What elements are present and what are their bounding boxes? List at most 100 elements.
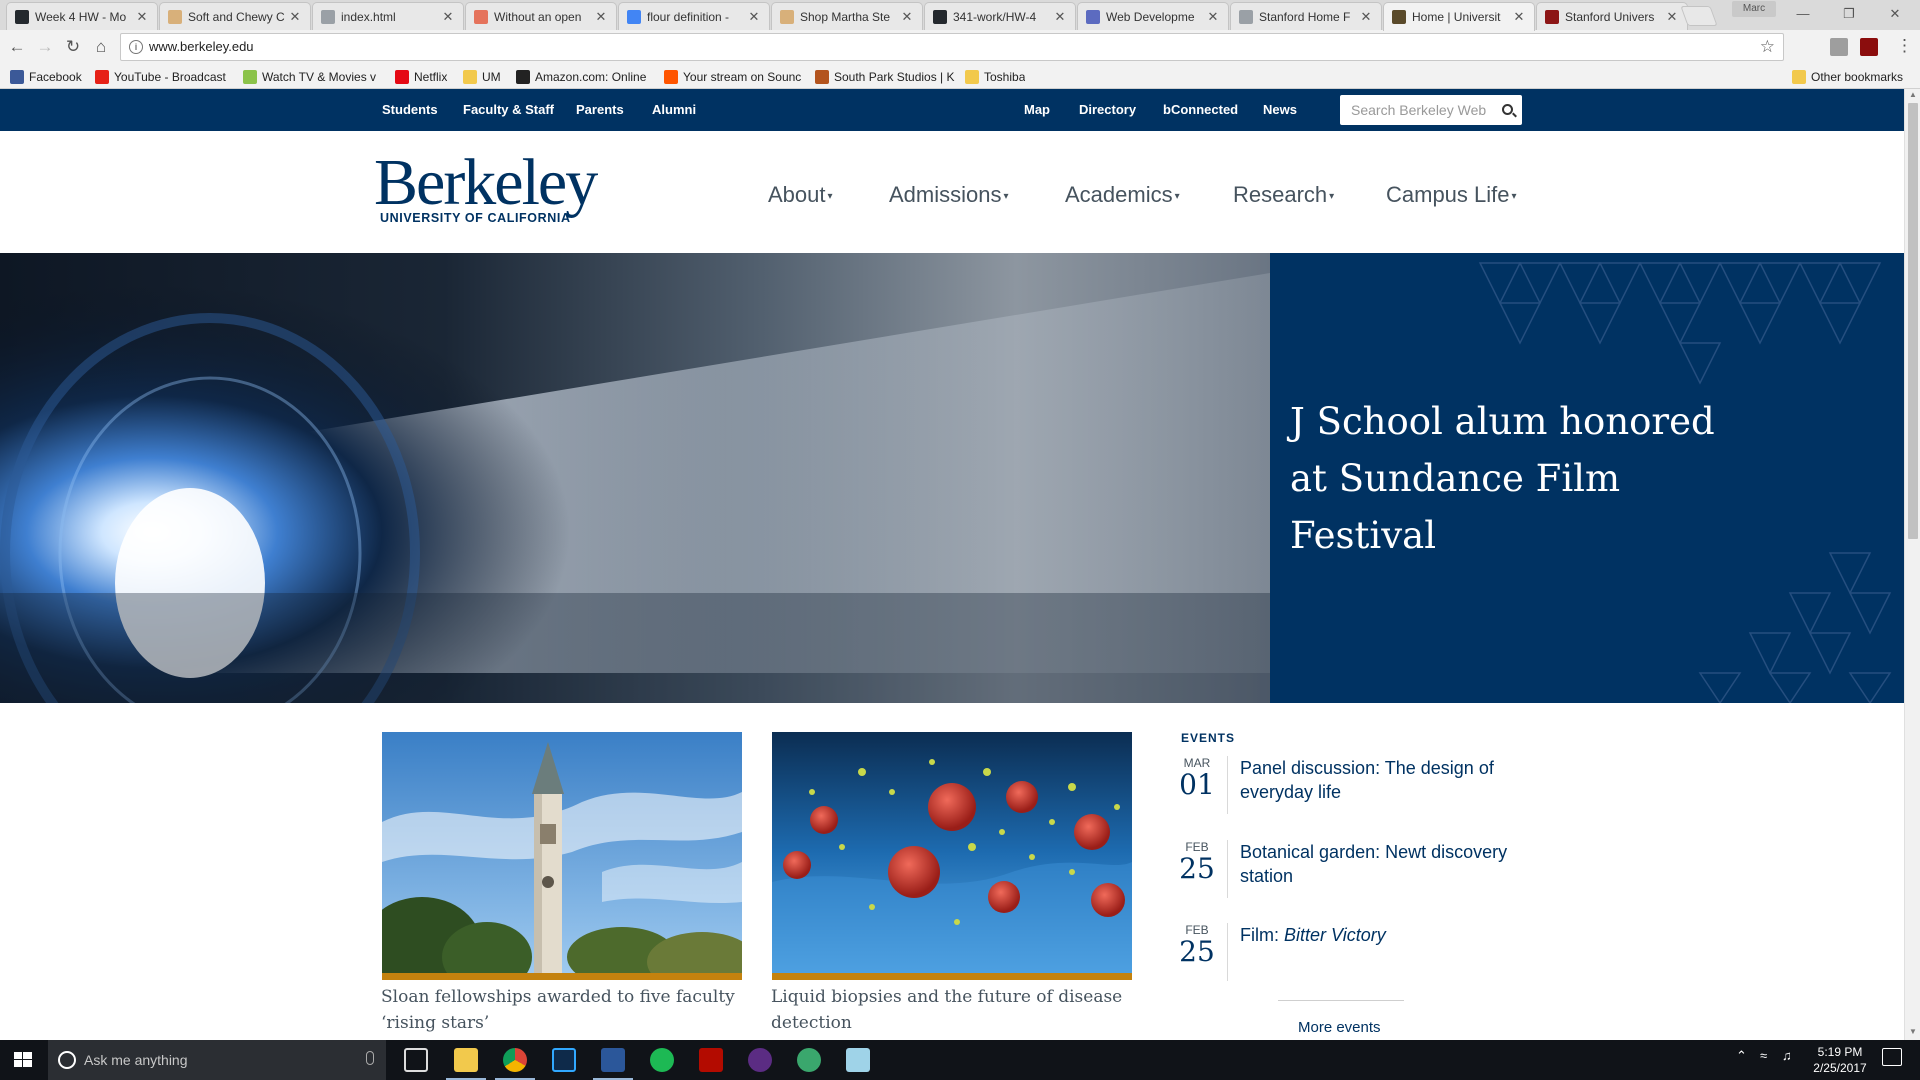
story-biopsy-image[interactable] bbox=[772, 732, 1132, 973]
utility-link-students[interactable]: Students bbox=[382, 102, 438, 117]
show-hidden-icons[interactable]: ⌃ bbox=[1736, 1048, 1747, 1064]
event-title[interactable]: Panel discussion: The design of everyday… bbox=[1240, 756, 1530, 804]
bookmark-item[interactable]: Watch TV & Movies v bbox=[243, 68, 376, 85]
tab-close-icon[interactable]: ✕ bbox=[288, 9, 302, 25]
browser-tab[interactable]: Stanford Home F ✕ bbox=[1230, 2, 1382, 30]
browser-tab[interactable]: Shop Martha Ste ✕ bbox=[771, 2, 923, 30]
forward-icon[interactable]: → bbox=[34, 36, 56, 58]
story-title-sloan[interactable]: Sloan fellowships awarded to five facult… bbox=[381, 984, 751, 1036]
browser-tab[interactable]: index.html ✕ bbox=[312, 2, 464, 30]
bookmark-item[interactable]: Amazon.com: Online bbox=[516, 68, 646, 85]
tab-close-icon[interactable]: ✕ bbox=[1512, 9, 1526, 25]
utility-link-alumni[interactable]: Alumni bbox=[652, 102, 696, 117]
tab-close-icon[interactable]: ✕ bbox=[1665, 9, 1679, 25]
search-icon[interactable] bbox=[1502, 104, 1513, 115]
utility-link-directory[interactable]: Directory bbox=[1079, 102, 1136, 117]
task-view-icon[interactable] bbox=[404, 1048, 428, 1072]
microphone-icon[interactable] bbox=[366, 1051, 374, 1065]
volume-icon[interactable]: ♫ bbox=[1782, 1048, 1792, 1063]
nav-admissions[interactable]: Admissions ▾ bbox=[889, 182, 1009, 208]
browser-tab[interactable]: 341-work/HW-4 ✕ bbox=[924, 2, 1076, 30]
bookmark-item[interactable]: South Park Studios | K bbox=[815, 68, 955, 85]
address-bar[interactable]: i www.berkeley.edu ☆ bbox=[120, 33, 1784, 61]
bookmark-item[interactable]: UM bbox=[463, 68, 501, 85]
hero-projector-image[interactable] bbox=[0, 253, 1270, 703]
scroll-down-icon[interactable]: ▼ bbox=[1905, 1027, 1920, 1039]
event-item[interactable]: FEB 25 Film: Bitter Victory bbox=[1174, 923, 1534, 993]
hero-headline[interactable]: J School alum honored at Sundance Film F… bbox=[1290, 393, 1750, 564]
event-item[interactable]: FEB 25 Botanical garden: Newt discovery … bbox=[1174, 840, 1534, 910]
utility-link-faculty-staff[interactable]: Faculty & Staff bbox=[463, 102, 554, 117]
action-center-icon[interactable] bbox=[1882, 1048, 1902, 1066]
browser-tab[interactable]: Web Developme ✕ bbox=[1077, 2, 1229, 30]
tab-close-icon[interactable]: ✕ bbox=[1359, 9, 1373, 25]
minimize-icon[interactable]: — bbox=[1788, 4, 1818, 24]
other-bookmarks[interactable]: Other bookmarks bbox=[1792, 68, 1903, 85]
back-icon[interactable]: ← bbox=[6, 36, 28, 58]
utility-link-map[interactable]: Map bbox=[1024, 102, 1050, 117]
utility-link-bconnected[interactable]: bConnected bbox=[1163, 102, 1238, 117]
tab-close-icon[interactable]: ✕ bbox=[594, 9, 608, 25]
photoshop-icon[interactable] bbox=[552, 1048, 576, 1072]
berkeley-logo[interactable]: Berkeley UNIVERSITY OF CALIFORNIA bbox=[374, 149, 598, 226]
mail-app-icon[interactable] bbox=[748, 1048, 772, 1072]
page-scrollbar[interactable]: ▲ ▼ bbox=[1904, 89, 1920, 1040]
tab-close-icon[interactable]: ✕ bbox=[900, 9, 914, 25]
browser-tab[interactable]: Week 4 HW - Mo ✕ bbox=[6, 2, 158, 30]
scroll-thumb[interactable] bbox=[1908, 103, 1918, 539]
browser-tab[interactable]: flour definition - ✕ bbox=[618, 2, 770, 30]
browser-tab[interactable]: Home | Universit ✕ bbox=[1383, 2, 1535, 31]
reload-icon[interactable]: ↻ bbox=[62, 36, 84, 58]
restore-icon[interactable]: ❐ bbox=[1834, 4, 1864, 24]
bookmark-item[interactable]: Netflix bbox=[395, 68, 447, 85]
network-icon[interactable]: ≈ bbox=[1760, 1048, 1767, 1063]
tab-close-icon[interactable]: ✕ bbox=[1206, 9, 1220, 25]
web-app-icon[interactable] bbox=[797, 1048, 821, 1072]
url-text[interactable]: www.berkeley.edu bbox=[149, 39, 254, 54]
file-explorer-icon[interactable] bbox=[454, 1048, 478, 1072]
bookmark-item[interactable]: Facebook bbox=[10, 68, 82, 85]
event-item[interactable]: MAR 01 Panel discussion: The design of e… bbox=[1174, 756, 1534, 826]
start-button[interactable] bbox=[0, 1040, 46, 1080]
word-icon[interactable] bbox=[601, 1048, 625, 1072]
nav-research[interactable]: Research ▾ bbox=[1233, 182, 1334, 208]
notes-app-icon[interactable] bbox=[846, 1048, 870, 1072]
bookmark-star-icon[interactable]: ☆ bbox=[1760, 37, 1775, 57]
nav-about[interactable]: About ▾ bbox=[768, 182, 833, 208]
story-campanile-image[interactable] bbox=[382, 732, 742, 973]
bookmark-item[interactable]: Your stream on Sounc bbox=[664, 68, 801, 85]
tab-close-icon[interactable]: ✕ bbox=[441, 9, 455, 25]
event-title[interactable]: Botanical garden: Newt discovery station bbox=[1240, 840, 1530, 888]
browser-tab[interactable]: Without an open ✕ bbox=[465, 2, 617, 30]
more-events-link[interactable]: More events bbox=[1298, 1019, 1381, 1036]
bookmark-item[interactable]: YouTube - Broadcast bbox=[95, 68, 226, 85]
acrobat-extension-icon[interactable] bbox=[1860, 38, 1878, 56]
tab-close-icon[interactable]: ✕ bbox=[135, 9, 149, 25]
page-info-icon[interactable]: i bbox=[129, 40, 143, 54]
nav-campus-life[interactable]: Campus Life ▾ bbox=[1386, 182, 1517, 208]
browser-tab[interactable]: Soft and Chewy C ✕ bbox=[159, 2, 311, 30]
event-title[interactable]: Film: Bitter Victory bbox=[1240, 923, 1530, 947]
nav-academics[interactable]: Academics ▾ bbox=[1065, 182, 1180, 208]
tab-close-icon[interactable]: ✕ bbox=[747, 9, 761, 25]
spotify-icon[interactable] bbox=[650, 1048, 674, 1072]
cortana-search-box[interactable]: Ask me anything bbox=[48, 1040, 386, 1080]
close-window-icon[interactable]: ✕ bbox=[1880, 4, 1910, 24]
hero-text-panel[interactable]: J School alum honored at Sundance Film F… bbox=[1270, 253, 1904, 703]
bookmark-item[interactable]: Toshiba bbox=[965, 68, 1025, 85]
browser-tab[interactable]: Stanford Univers ✕ bbox=[1536, 2, 1688, 30]
utility-link-news[interactable]: News bbox=[1263, 102, 1297, 117]
home-icon[interactable]: ⌂ bbox=[90, 36, 112, 58]
utility-link-parents[interactable]: Parents bbox=[576, 102, 624, 117]
acrobat-icon[interactable] bbox=[699, 1048, 723, 1072]
new-tab-button[interactable] bbox=[1680, 6, 1718, 26]
tab-close-icon[interactable]: ✕ bbox=[1053, 9, 1067, 25]
chrome-icon[interactable] bbox=[503, 1048, 527, 1072]
profile-button[interactable]: Marc bbox=[1732, 1, 1776, 17]
chrome-menu-icon[interactable]: ⋮ bbox=[1896, 36, 1913, 56]
cast-extension-icon[interactable] bbox=[1830, 38, 1848, 56]
story-title-biopsies[interactable]: Liquid biopsies and the future of diseas… bbox=[771, 984, 1141, 1036]
scroll-up-icon[interactable]: ▲ bbox=[1905, 90, 1920, 102]
system-clock[interactable]: 5:19 PM 2/25/2017 bbox=[1808, 1044, 1872, 1076]
site-search-input[interactable] bbox=[1340, 95, 1490, 125]
